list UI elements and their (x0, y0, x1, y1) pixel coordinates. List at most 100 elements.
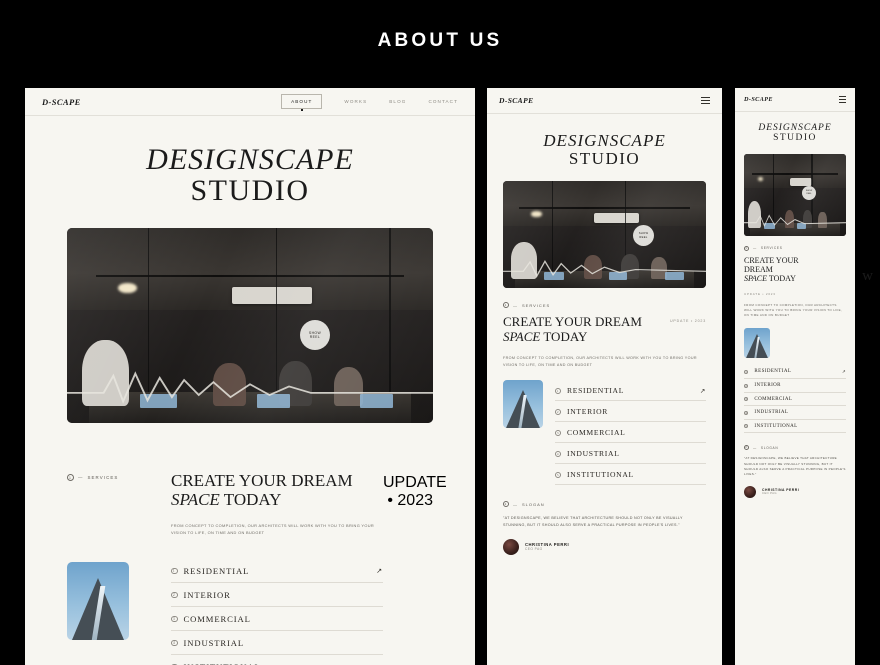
tablet-topbar: D-SCAPE (487, 88, 722, 114)
services-list: 1 RESIDENTIAL ↗ 2 INTERIOR 3 COMMERCIAL … (744, 365, 846, 434)
desktop-mockup: D-SCAPE ABOUT WORKS BLOG CONTACT DESIGNS… (25, 88, 475, 665)
tablet-slogan-section: 2 — SLOGAN "AT DESIGNSCAPE, WE BELIEVE T… (503, 501, 706, 555)
services-marker-icon: 1 (67, 474, 74, 482)
building-thumbnail[interactable] (67, 562, 129, 641)
service-label: COMMERCIAL (567, 428, 626, 438)
headline-line-1: CREATE YOUR DREAM (503, 314, 642, 330)
hero-wordmark: DESIGNSCAPE STUDIO (25, 144, 475, 207)
squiggle-line-icon (503, 260, 706, 278)
services-body-copy: FROM CONCEPT TO COMPLETION, OUR ARCHITEC… (503, 356, 697, 367)
desktop-services-section: 1 — SERVICES CREATE YOUR DREAM SPACE TOD… (67, 471, 447, 665)
services-eyebrow-label: SERVICES (87, 475, 119, 481)
arrow-up-right-icon[interactable]: ↗ (376, 567, 383, 575)
mobile-services-section: 1 — SERVICES CREATE YOUR DREAM SPACE TOD… (735, 236, 855, 498)
service-number-icon: 1 (171, 567, 178, 575)
headline-line-1a: CREATE YOUR (744, 255, 799, 265)
list-item[interactable]: 3 COMMERCIAL (555, 422, 706, 444)
desktop-thumbnail-col (67, 559, 149, 641)
service-number-icon: 5 (555, 471, 561, 478)
hamburger-menu-icon[interactable] (839, 95, 846, 104)
hero-wordmark: DESIGNSCAPE STUDIO (487, 132, 722, 167)
show-reel-badge[interactable]: SHOW REEL (802, 185, 816, 200)
building-thumbnail[interactable] (744, 327, 770, 358)
watermark: w (862, 268, 874, 284)
slogan-marker-icon: 2 (744, 445, 749, 451)
list-item[interactable]: 3 COMMERCIAL (744, 393, 846, 407)
wordmark-line-1: DESIGNSCAPE (543, 131, 666, 150)
avatar (503, 538, 519, 555)
building-thumbnail[interactable] (503, 380, 543, 429)
author-block: CHRISTINA PERRI CEO PAG (744, 485, 846, 498)
services-eyebrow: 1 — SERVICES (503, 302, 551, 309)
tablet-mockup: D-SCAPE DESIGNSCAPE STUDIO SHOW REEL 1 —… (487, 88, 722, 665)
services-headline: CREATE YOUR DREAM SPACE TODAY (503, 315, 642, 344)
service-label: INDUSTRIAL (567, 449, 620, 459)
service-number-icon: 1 (744, 369, 749, 374)
headline-line-1b: DREAM (744, 264, 773, 274)
wordmark-line-2: STUDIO (773, 132, 817, 143)
hero-photo: SHOW REEL (67, 228, 433, 424)
brand-logo[interactable]: D-SCAPE (744, 96, 773, 103)
service-label: INDUSTRIAL (754, 410, 789, 416)
slogan-quote: "AT DESIGNSCAPE, WE BELIEVE THAT ARCHITE… (744, 456, 846, 477)
list-item[interactable]: 4 INDUSTRIAL (171, 631, 383, 656)
arrow-up-right-icon[interactable]: ↗ (700, 387, 706, 395)
list-item[interactable]: 2 INTERIOR (171, 583, 383, 608)
hero-photo: SHOW REEL (744, 153, 846, 236)
service-label: RESIDENTIAL (754, 369, 792, 375)
services-update: UPDATE • 2023 (670, 319, 706, 324)
services-body-copy: FROM CONCEPT TO COMPLETION, OUR ARCHITEC… (744, 302, 843, 318)
service-number-icon: 4 (744, 410, 749, 415)
mobile-slogan-section: 2 — SLOGAN "AT DESIGNSCAPE, WE BELIEVE T… (744, 445, 846, 498)
service-label: COMMERCIAL (754, 396, 793, 402)
author-block: CHRISTINA PERRI CEO PAG (503, 538, 706, 555)
list-item[interactable]: 1 RESIDENTIAL ↗ (744, 365, 846, 380)
services-body-copy: FROM CONCEPT TO COMPLETION, OUR ARCHITEC… (171, 523, 375, 536)
list-item[interactable]: 1 RESIDENTIAL ↗ (555, 380, 706, 402)
brand-logo[interactable]: D-SCAPE (499, 96, 533, 105)
arrow-up-right-icon[interactable]: ↗ (842, 369, 846, 375)
list-item[interactable]: 4 INDUSTRIAL (744, 406, 846, 420)
list-item[interactable]: 5 INSTITUTIONAL (744, 420, 846, 434)
desktop-nav: ABOUT WORKS BLOG CONTACT (281, 94, 458, 109)
services-eyebrow-label: SERVICES (760, 246, 783, 251)
nav-item-contact[interactable]: CONTACT (428, 99, 458, 104)
services-update: UPDATE • 2023 (383, 474, 447, 510)
service-number-icon: 3 (555, 429, 561, 436)
slogan-eyebrow-label: SLOGAN (760, 445, 779, 450)
avatar (744, 485, 756, 498)
slogan-marker-icon: 2 (503, 501, 509, 508)
list-item[interactable]: 1 RESIDENTIAL ↗ (171, 559, 383, 584)
service-number-icon: 4 (171, 639, 178, 647)
nav-item-blog[interactable]: BLOG (389, 99, 406, 104)
nav-item-works[interactable]: WORKS (344, 99, 367, 104)
service-label: INSTITUTIONAL (754, 423, 798, 429)
headline-emphasis: SPACE (171, 490, 220, 510)
services-headline: CREATE YOUR DREAM SPACE TODAY (744, 255, 846, 284)
service-label: INTERIOR (183, 590, 231, 601)
service-label: COMMERCIAL (183, 614, 251, 625)
brand-logo[interactable]: D-SCAPE (42, 97, 81, 107)
list-item[interactable]: 5 INSTITUTIONAL (171, 655, 383, 665)
service-number-icon: 2 (555, 408, 561, 415)
list-item[interactable]: 2 INTERIOR (744, 379, 846, 393)
hero-wordmark: DESIGNSCAPE STUDIO (735, 123, 855, 144)
wordmark-line-2: STUDIO (568, 148, 641, 168)
hamburger-menu-icon[interactable] (701, 96, 710, 105)
list-item[interactable]: 3 COMMERCIAL (171, 607, 383, 632)
nav-item-about[interactable]: ABOUT (281, 94, 323, 109)
services-eyebrow-col: 1 — SERVICES (67, 471, 149, 482)
list-item[interactable]: 4 INDUSTRIAL (555, 443, 706, 465)
services-update: UPDATE • 2023 (744, 291, 776, 296)
squiggle-line-icon (67, 371, 433, 404)
headline-emphasis: SPACE (503, 328, 541, 344)
page-title: ABOUT US (377, 30, 503, 51)
services-headline: CREATE YOUR DREAM SPACE TODAY (171, 471, 383, 509)
hero-photo: SHOW REEL (503, 181, 706, 289)
list-item[interactable]: 5 INSTITUTIONAL (555, 464, 706, 486)
headline-emphasis: SPACE (744, 273, 767, 283)
services-eyebrow: 1 — SERVICES (67, 474, 119, 482)
services-list: 1 RESIDENTIAL ↗ 2 INTERIOR 3 COMMERCIAL … (171, 559, 383, 665)
list-item[interactable]: 2 INTERIOR (555, 401, 706, 423)
headline-tail: TODAY (219, 490, 282, 510)
